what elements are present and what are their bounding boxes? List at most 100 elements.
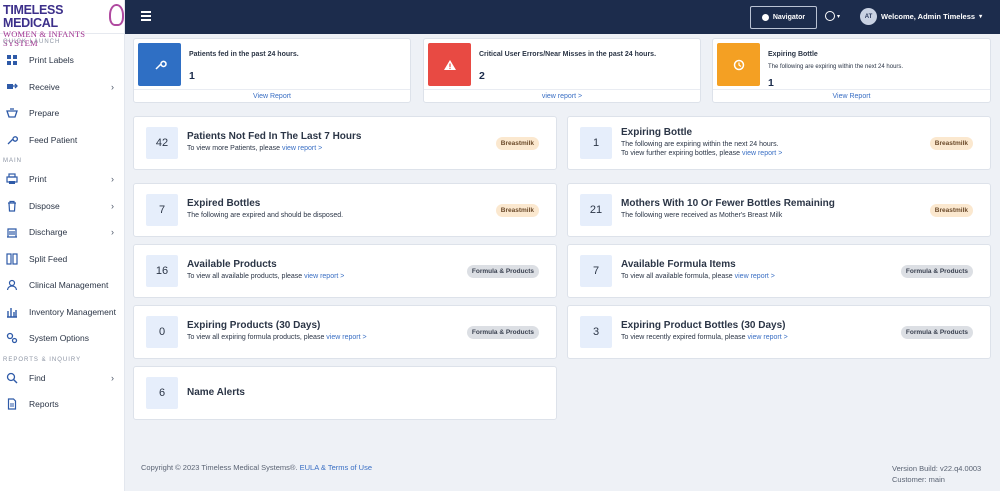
sidebar-item-reports[interactable]: Reports	[0, 391, 124, 418]
sidebar-item-label: Split Feed	[29, 253, 68, 264]
sidebar-item-discharge[interactable]: Discharge ›	[0, 219, 124, 246]
card-count: 6	[146, 377, 178, 409]
sidebar-item-label: Prepare	[29, 108, 60, 119]
view-report-link[interactable]: view report >	[747, 334, 787, 341]
dashboard-card: 7 Available Formula Items To view all avai…	[567, 244, 991, 298]
view-report-link[interactable]: view report >	[735, 273, 775, 280]
view-report-link[interactable]: view report >	[282, 145, 322, 152]
dashboard-card: 42 Patients Not Fed In The Last 7 Hours To…	[133, 116, 557, 170]
card-count: 21	[580, 194, 612, 226]
card-count: 1	[580, 127, 612, 159]
sidebar-item-print[interactable]: Print ›	[0, 166, 124, 193]
card-description-text: To view more Patients, please	[187, 145, 282, 152]
language-selector[interactable]: ▾	[825, 11, 840, 21]
chevron-right-icon: ›	[111, 81, 114, 92]
dashboard-card: 1 Expiring Bottle The following are expiri…	[567, 116, 991, 170]
sidebar-item-feed-patient[interactable]: Feed Patient	[0, 127, 124, 154]
sidebar-item-label: Discharge	[29, 227, 68, 238]
card-title: Patients Not Fed In The Last 7 Hours	[187, 131, 362, 142]
chevron-down-icon: ▾	[979, 14, 983, 20]
chevron-right-icon: ›	[111, 227, 114, 237]
logo-main-text: TIMELESS MEDICAL	[3, 3, 64, 30]
sidebar-item-find[interactable]: Find ›	[0, 365, 124, 392]
sidebar-item-dispose[interactable]: Dispose ›	[0, 193, 124, 220]
card-count: 42	[146, 127, 178, 159]
dashboard-card: 16 Available Products To view all availabl…	[133, 244, 557, 298]
top-card-value: 1	[189, 70, 195, 82]
receive-icon	[6, 81, 18, 93]
search-icon	[6, 372, 18, 384]
card-description-text: The following are expired and should be …	[187, 212, 344, 219]
navigator-label: Navigator	[772, 14, 806, 21]
sidebar-item-clinical-management[interactable]: Clinical Management	[0, 272, 124, 299]
card-description-text: To view all available products, please	[187, 273, 305, 280]
chevron-right-icon: ›	[111, 174, 114, 184]
globe-icon	[825, 11, 835, 21]
dashboard-card: 6 Name Alerts	[133, 366, 557, 420]
user-icon	[6, 279, 18, 291]
navigator-button[interactable]: Navigator	[750, 6, 817, 29]
dashboard-card: 7 Expired Bottles The following are expire…	[133, 183, 557, 237]
card-description: To view more Patients, please view repor…	[187, 144, 322, 154]
top-card-value: 2	[479, 70, 485, 82]
hamburger-menu-icon[interactable]	[141, 11, 151, 21]
feed-icon	[154, 60, 167, 70]
card-description: The following are expired and should be …	[187, 211, 343, 221]
copyright-text: Copyright © 2023 Timeless Medical System…	[141, 463, 300, 472]
topbar: Navigator ▾ AT Welcome, Admin Timeless ▾	[125, 0, 1000, 34]
chevron-down-icon: ▾	[837, 13, 841, 20]
sidebar-item-label: Inventory Management	[29, 306, 116, 317]
avatar: AT	[860, 8, 877, 25]
sidebar-item-prepare[interactable]: Prepare	[0, 100, 124, 127]
view-report-link[interactable]: view report >	[304, 273, 344, 280]
reports-section-title: REPORTS & INQUIRY	[3, 356, 82, 363]
view-report-link[interactable]: View Report	[713, 89, 990, 102]
dashboard-card: 0 Expiring Products (30 Days) To view all …	[133, 305, 557, 359]
logo[interactable]: TIMELESS MEDICAL WOMEN & INFANTS SYSTEM	[0, 0, 124, 47]
sidebar-item-print-labels[interactable]: Print Labels	[0, 47, 124, 74]
card-count: 7	[580, 255, 612, 287]
eula-link[interactable]: EULA & Terms of Use	[300, 463, 372, 472]
sidebar-item-label: Receive	[29, 81, 60, 92]
card-count: 0	[146, 316, 178, 348]
card-title: Expiring Product Bottles (30 Days)	[621, 320, 786, 331]
category-badge: Formula & Products	[900, 326, 973, 339]
category-badge: Formula & Products	[900, 265, 973, 278]
user-menu[interactable]: AT Welcome, Admin Timeless ▾	[860, 8, 982, 25]
view-report-link[interactable]: View Report	[134, 89, 410, 102]
card-description-text: To view all available formula, please	[621, 273, 735, 280]
grid-icon	[6, 54, 18, 66]
sidebar-item-label: Dispose	[29, 200, 60, 211]
card-title: Expiring Bottle	[621, 127, 693, 138]
top-card-icon-box	[138, 43, 181, 86]
card-count: 16	[146, 255, 178, 287]
sidebar-item-system-options[interactable]: System Options	[0, 325, 124, 352]
sidebar-item-label: Print	[29, 174, 47, 185]
customer-text: Customer: main	[892, 475, 945, 484]
sidebar-item-receive[interactable]: Receive ›	[0, 74, 124, 101]
card-description: To view recently expired formula, please…	[621, 333, 788, 343]
view-report-link[interactable]: view report >	[424, 89, 700, 102]
printer-icon	[6, 173, 18, 185]
main-section-title: MAIN	[3, 158, 22, 164]
prepare-icon	[6, 107, 18, 119]
sidebar-item-label: Reports	[29, 399, 59, 410]
sidebar: TIMELESS MEDICAL WOMEN & INFANTS SYSTEM …	[0, 0, 125, 491]
top-card-title: Expiring Bottle	[768, 51, 818, 58]
top-card-critical-errors: Critical User Errors/Near Misses in the …	[423, 38, 701, 103]
sidebar-item-label: Find	[29, 372, 46, 383]
view-report-link[interactable]: view report >	[742, 150, 782, 157]
trash-icon	[6, 200, 18, 212]
building-icon	[6, 226, 18, 238]
category-badge: Formula & Products	[466, 326, 539, 339]
gears-icon	[6, 332, 18, 344]
card-description: The following were received as Mother's …	[621, 211, 782, 221]
card-description-text: The following are expiring within the ne…	[621, 141, 779, 148]
view-report-link[interactable]: view report >	[326, 334, 366, 341]
category-badge: Breastmilk	[929, 204, 973, 217]
sidebar-item-inventory-management[interactable]: Inventory Management	[0, 299, 124, 326]
sidebar-item-split-feed[interactable]: Split Feed	[0, 246, 124, 273]
top-card-expiring-bottle: Expiring Bottle The following are expiri…	[712, 38, 991, 103]
top-card-patients-fed: Patients fed in the past 24 hours. 1 Vie…	[133, 38, 411, 103]
card-description: To view all available products, please v…	[187, 272, 344, 282]
